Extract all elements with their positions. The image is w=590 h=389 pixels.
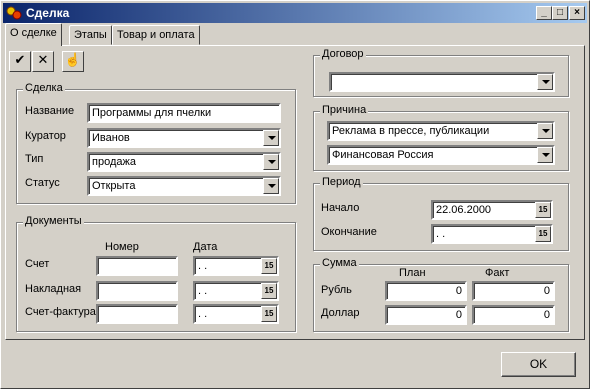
title-bar: Сделка _ □ × [3,3,587,23]
tax-invoice-number-field[interactable] [96,304,178,324]
name-label: Название [25,105,75,117]
reason-select-2[interactable]: Финансовая Россия [327,145,555,165]
calendar-icon[interactable]: 15 [261,258,277,274]
calendar-icon[interactable]: 15 [535,202,551,218]
maximize-button[interactable]: □ [552,6,568,20]
chevron-down-icon[interactable] [263,178,279,194]
waybill-label: Накладная [25,283,82,295]
app-icon [6,6,22,20]
tax-invoice-date-field[interactable]: . . 15 [193,304,279,324]
window-title: Сделка [26,6,70,20]
ruble-label: Рубль [321,284,352,296]
plan-col-header: План [399,267,426,279]
contract-select[interactable] [329,72,555,92]
dollar-fact-field[interactable]: 0 [472,305,555,325]
tax-invoice-date-value: . . [198,308,208,320]
start-date-field[interactable]: 22.06.2000 15 [431,200,553,220]
dollar-label: Доллар [321,307,360,319]
dollar-plan-field[interactable]: 0 [385,305,467,325]
name-field[interactable]: Программы для пчелки [87,103,281,123]
type-label: Тип [25,153,44,165]
calendar-icon[interactable]: 15 [535,226,551,242]
tab-about-deal[interactable]: О сделке [5,23,62,46]
close-button[interactable]: × [569,6,585,20]
documents-group-title: Документы [23,215,84,227]
hand-icon[interactable]: ☝ [62,51,84,72]
ruble-plan-field[interactable]: 0 [385,281,467,301]
deal-group-title: Сделка [23,82,65,94]
reason-value-1: Реклама в прессе, публикации [332,125,490,137]
waybill-date-value: . . [198,285,208,297]
chevron-down-icon[interactable] [263,154,279,170]
calendar-icon[interactable]: 15 [261,306,277,322]
fact-col-header: Факт [485,267,510,279]
waybill-number-field[interactable] [96,281,178,301]
curator-label: Куратор [25,130,66,142]
invoice-label: Счет [25,258,50,270]
chevron-down-icon[interactable] [263,130,279,146]
curator-value: Иванов [92,132,130,144]
cancel-button[interactable]: ✕ [32,51,54,72]
tab-goods-payment[interactable]: Товар и оплата [112,25,200,45]
type-select[interactable]: продажа [87,152,281,172]
ruble-fact-field[interactable]: 0 [472,281,555,301]
start-label: Начало [321,202,360,214]
chevron-down-icon[interactable] [537,147,553,163]
start-date-value: 22.06.2000 [436,204,492,216]
end-date-field[interactable]: . . 15 [431,224,553,244]
reason-group-title: Причина [320,104,369,116]
minimize-button[interactable]: _ [536,6,552,20]
invoice-number-field[interactable] [96,256,178,276]
tax-invoice-label: Счет-фактура [25,306,96,318]
chevron-down-icon[interactable] [537,74,553,90]
invoice-date-field[interactable]: . . 15 [193,256,279,276]
contract-group-title: Договор [320,48,366,60]
status-select[interactable]: Открыта [87,176,281,196]
sum-group-title: Сумма [320,257,359,269]
end-label: Окончание [321,226,377,238]
type-value: продажа [92,156,136,168]
reason-select-1[interactable]: Реклама в прессе, публикации [327,121,555,141]
end-date-value: . . [436,228,446,240]
number-col-header: Номер [105,241,139,253]
deal-window: Сделка _ □ × О сделке Этапы Товар и опла… [0,0,590,389]
tab-stages[interactable]: Этапы [69,25,112,45]
waybill-date-field[interactable]: . . 15 [193,281,279,301]
reason-value-2: Финансовая Россия [332,149,434,161]
period-group-title: Период [320,176,363,188]
ok-button[interactable]: OK [501,352,576,377]
calendar-icon[interactable]: 15 [261,283,277,299]
invoice-date-value: . . [198,260,208,272]
curator-select[interactable]: Иванов [87,128,281,148]
status-value: Открыта [92,180,136,192]
date-col-header: Дата [193,241,218,253]
status-label: Статус [25,177,60,189]
chevron-down-icon[interactable] [537,123,553,139]
confirm-button[interactable]: ✔ [9,51,31,72]
